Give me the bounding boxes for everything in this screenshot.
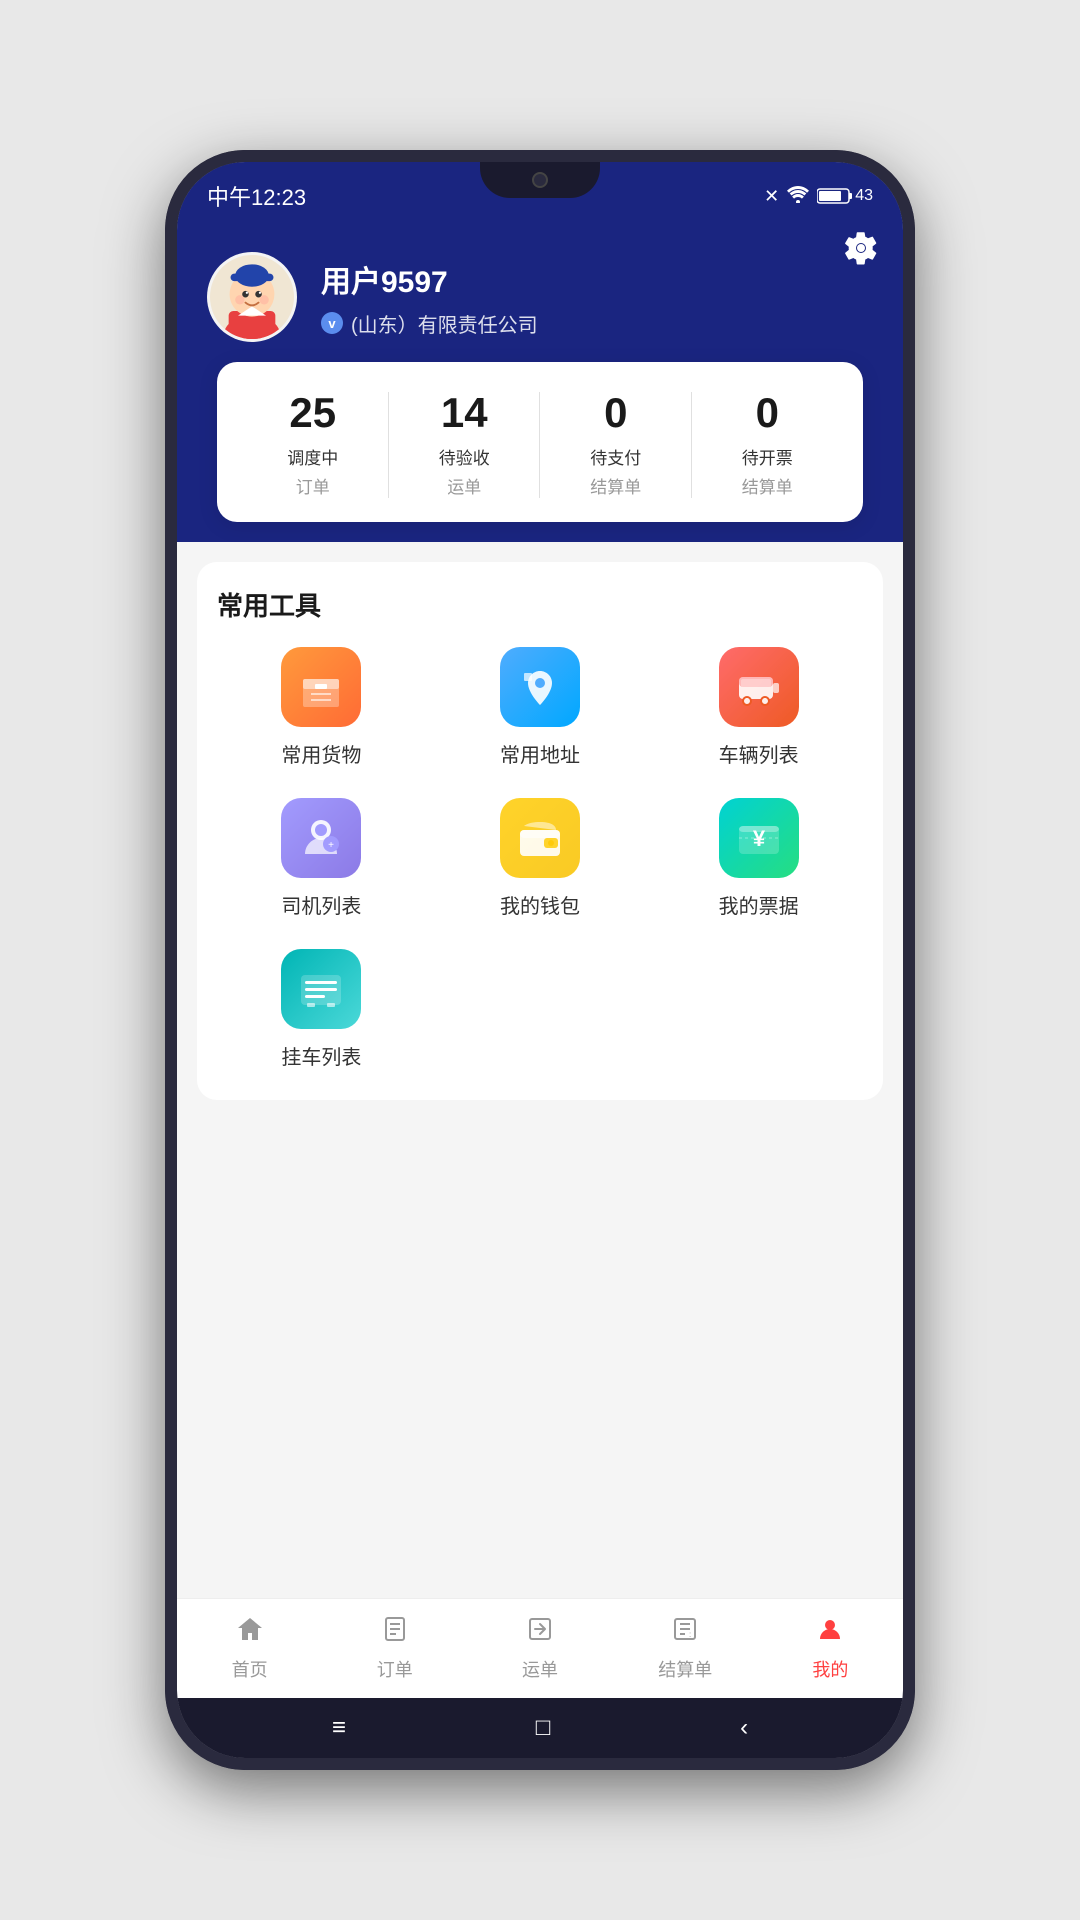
nav-label: 首页 <box>232 1656 268 1682</box>
tools-grid: 常用货物 常用地址 车辆列表 + 司机列表 <box>217 647 863 1070</box>
tool-item[interactable]: 常用地址 <box>436 647 645 768</box>
nav-item-首页[interactable]: 首页 <box>177 1615 322 1682</box>
tool-item[interactable]: + 司机列表 <box>217 798 426 919</box>
stat-number: 0 <box>550 392 682 434</box>
screen: 中午12:23 ✕ 43 <box>177 162 903 1758</box>
stat-label1: 调度中 <box>247 444 379 469</box>
stat-label1: 待验收 <box>399 444 531 469</box>
tool-icon <box>500 798 580 878</box>
nav-item-结算单[interactable]: : 结算单 <box>613 1615 758 1682</box>
nav-label: 订单 <box>377 1656 413 1682</box>
phone-shell: 中午12:23 ✕ 43 <box>165 150 915 1770</box>
stat-item: 0 待支付 结算单 <box>540 392 692 498</box>
stat-number: 0 <box>702 392 834 434</box>
nav-icon-首页 <box>236 1615 264 1650</box>
tool-icon <box>500 647 580 727</box>
tool-name: 挂车列表 <box>281 1041 361 1070</box>
nav-icon-我的 <box>816 1615 844 1650</box>
battery-icon: 43 <box>817 187 873 205</box>
nav-item-订单[interactable]: 订单 <box>322 1615 467 1682</box>
stat-number: 14 <box>399 392 531 434</box>
nav-icon-结算单: : <box>671 1615 699 1650</box>
stat-label2: 运单 <box>399 473 531 498</box>
stat-label1: 待支付 <box>550 444 682 469</box>
user-details: 用户9597 v (山东）有限责任公司 <box>321 257 873 338</box>
tool-icon <box>281 949 361 1029</box>
username: 用户9597 <box>321 257 873 301</box>
tool-item[interactable]: ¥ 我的票据 <box>654 798 863 919</box>
stat-label2: 结算单 <box>550 473 682 498</box>
company-info: v (山东）有限责任公司 <box>321 309 873 338</box>
nav-icon-运单 <box>526 1615 554 1650</box>
tool-name: 我的钱包 <box>500 890 580 919</box>
tools-section: 常用工具 常用货物 常用地址 车辆列表 <box>197 562 883 1100</box>
v-badge: v <box>321 312 343 334</box>
tool-name: 我的票据 <box>719 890 799 919</box>
nav-label: 结算单 <box>658 1656 712 1682</box>
avatar <box>207 252 297 342</box>
back-button[interactable]: ‹ <box>740 1714 748 1742</box>
stat-item: 0 待开票 结算单 <box>692 392 844 498</box>
stat-item: 14 待验收 运单 <box>389 392 541 498</box>
tool-icon: ¥ <box>719 798 799 878</box>
nav-label: 运单 <box>522 1656 558 1682</box>
tool-name: 车辆列表 <box>719 739 799 768</box>
section-title: 常用工具 <box>217 586 863 623</box>
nav-item-运单[interactable]: 运单 <box>467 1615 612 1682</box>
nav-icon-订单 <box>381 1615 409 1650</box>
status-icons: ✕ 43 <box>764 185 873 208</box>
tool-icon: + <box>281 798 361 878</box>
bottom-nav: 首页 订单 运单 : 结算单 我的 <box>177 1598 903 1698</box>
front-camera <box>532 172 548 188</box>
tool-item[interactable]: 我的钱包 <box>436 798 645 919</box>
menu-button[interactable]: ≡ <box>332 1714 346 1742</box>
status-time: 中午12:23 <box>207 180 306 212</box>
system-bar: ≡ □ ‹ <box>177 1698 903 1758</box>
tool-item[interactable]: 挂车列表 <box>217 949 426 1070</box>
tool-icon <box>281 647 361 727</box>
stats-card: 25 调度中 订单 14 待验收 运单 0 待支付 结算单 0 待开票 结算单 <box>217 362 863 522</box>
notch <box>480 162 600 198</box>
battery-level: 43 <box>855 187 873 205</box>
tool-item[interactable]: 常用货物 <box>217 647 426 768</box>
nav-label: 我的 <box>812 1656 848 1682</box>
svg-text::: : <box>689 1630 691 1639</box>
sim-icon: ✕ <box>764 186 779 207</box>
tool-item[interactable]: 车辆列表 <box>654 647 863 768</box>
home-button[interactable]: □ <box>536 1714 551 1742</box>
stat-label1: 待开票 <box>702 444 834 469</box>
stats-row: 25 调度中 订单 14 待验收 运单 0 待支付 结算单 0 待开票 结算单 <box>237 392 843 498</box>
user-info: 用户9597 v (山东）有限责任公司 <box>207 252 873 342</box>
stat-label2: 结算单 <box>702 473 834 498</box>
nav-item-我的[interactable]: 我的 <box>758 1615 903 1682</box>
tool-icon <box>719 647 799 727</box>
settings-button[interactable] <box>843 230 879 274</box>
stat-number: 25 <box>247 392 379 434</box>
tool-name: 常用货物 <box>281 739 361 768</box>
stat-item: 25 调度中 订单 <box>237 392 389 498</box>
company-name: (山东）有限责任公司 <box>351 309 538 338</box>
stat-label2: 订单 <box>247 473 379 498</box>
tool-name: 常用地址 <box>500 739 580 768</box>
wifi-icon <box>787 185 809 208</box>
main-content: 常用工具 常用货物 常用地址 车辆列表 <box>177 542 903 1598</box>
tool-name: 司机列表 <box>281 890 361 919</box>
svg-text:+: + <box>328 840 334 851</box>
